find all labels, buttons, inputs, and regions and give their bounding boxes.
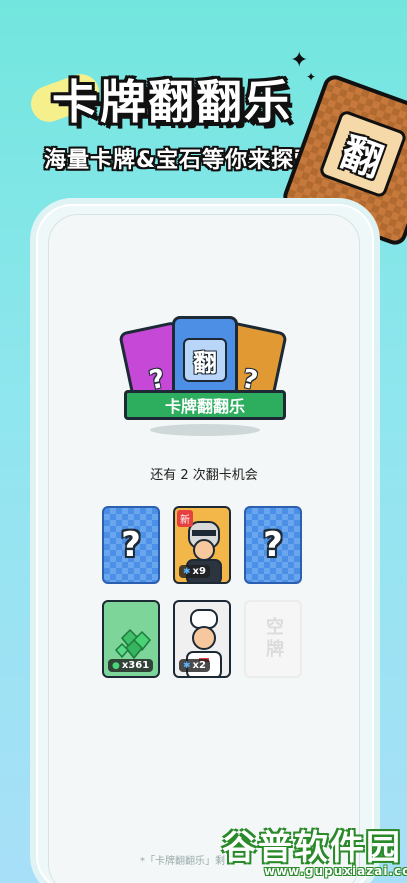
gem-small-icon: ● xyxy=(112,660,120,671)
logo-banner: 卡牌翻翻乐 xyxy=(124,390,286,420)
logo-center-char: 翻 xyxy=(183,338,227,382)
count-value: x361 xyxy=(121,660,150,671)
hero-subtitle: 海量卡牌&宝石等你来探索 xyxy=(44,148,318,173)
count-value: x9 xyxy=(192,566,206,577)
remaining-chances-text: 还有 2 次翻卡机会 xyxy=(150,468,258,483)
site-watermark: 谷普软件园 www.gupuxiazai.com xyxy=(222,820,407,883)
footer-note: *「卡牌翻翻乐」剩 xyxy=(140,856,225,867)
empty-card-label: 空牌 xyxy=(263,617,284,661)
logo-shadow xyxy=(150,424,260,436)
sparkle-small-icon: ✦ xyxy=(306,70,317,84)
hero-title: 卡牌翻翻乐 xyxy=(52,75,292,129)
empty-card: 空牌 xyxy=(244,600,302,678)
question-mark-icon: ? xyxy=(121,525,141,565)
card-count: ✱ x2 xyxy=(179,659,210,672)
puzzle-icon: ✱ xyxy=(183,566,191,577)
puzzle-icon: ✱ xyxy=(183,660,191,671)
card-count: ✱ x9 xyxy=(179,565,210,578)
character-card[interactable]: ✱ x2 xyxy=(173,600,231,678)
mystery-card[interactable]: ? xyxy=(102,506,160,584)
card-count: ● x361 xyxy=(108,659,154,672)
watermark-en: www.gupuxiazai.com xyxy=(264,864,407,878)
mystery-card[interactable]: ? xyxy=(244,506,302,584)
hero-card-char: 翻 xyxy=(318,109,407,199)
new-badge: 新 xyxy=(177,510,193,527)
count-value: x2 xyxy=(192,660,206,671)
character-card[interactable]: 新 ✱ x9 xyxy=(173,506,231,584)
question-mark-icon: ? xyxy=(263,525,283,565)
gem-card[interactable]: ● x361 xyxy=(102,600,160,678)
game-logo: ? ? 翻 卡牌翻翻乐 xyxy=(118,312,290,442)
card-grid: ? 新 ✱ x9 ? ● x361 ✱ x2 空牌 xyxy=(102,506,302,678)
watermark-cn: 谷普软件园 xyxy=(222,828,402,868)
